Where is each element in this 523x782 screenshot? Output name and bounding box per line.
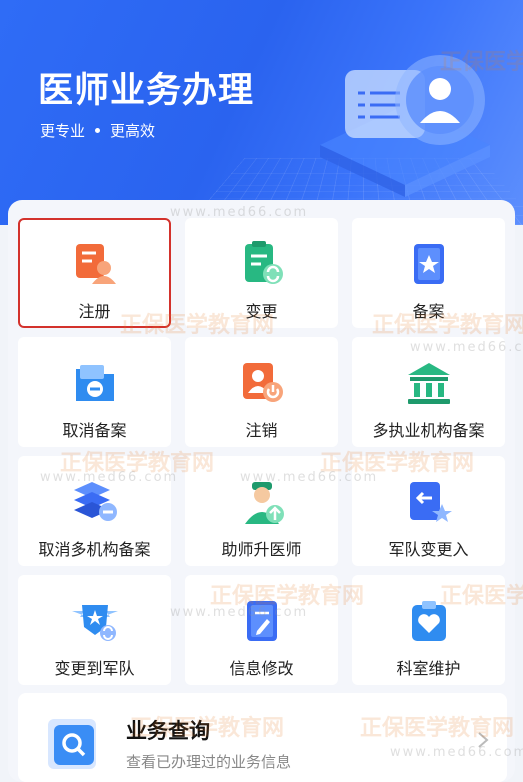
multi-institution-icon bbox=[407, 363, 450, 404]
service-to-military[interactable]: 变更到军队 bbox=[18, 575, 171, 685]
service-multi-institution[interactable]: 多执业机构备案 bbox=[352, 337, 505, 447]
cancel-multi-icon bbox=[73, 482, 117, 521]
service-label: 变更 bbox=[245, 302, 278, 321]
service-edit-info[interactable]: 信息修改 bbox=[185, 575, 338, 685]
service-label: 助师升医师 bbox=[221, 540, 302, 559]
department-icon bbox=[411, 601, 446, 641]
separator-dot bbox=[95, 128, 101, 133]
service-label: 军队变更入 bbox=[388, 540, 469, 559]
subtitle-professional: 更专业 bbox=[40, 122, 86, 140]
promote-icon bbox=[244, 482, 284, 524]
hero-banner: 医师业务办理 更专业 更高效 bbox=[0, 0, 523, 225]
military-in-icon bbox=[409, 482, 452, 522]
record-icon bbox=[413, 244, 444, 284]
edit-info-icon bbox=[246, 601, 277, 641]
service-change[interactable]: 变更 bbox=[185, 218, 338, 328]
service-label: 多执业机构备案 bbox=[372, 421, 485, 440]
service-label: 变更到军队 bbox=[54, 659, 135, 678]
service-deregister[interactable]: 注销 bbox=[185, 337, 338, 447]
search-document-icon bbox=[48, 719, 96, 769]
subtitle-efficient: 更高效 bbox=[110, 122, 156, 140]
deregister-icon bbox=[242, 363, 283, 402]
to-military-icon bbox=[71, 605, 118, 641]
service-cancel-multi[interactable]: 取消多机构备案 bbox=[18, 456, 171, 566]
service-label: 科室维护 bbox=[396, 659, 461, 678]
service-label: 取消备案 bbox=[62, 421, 127, 440]
service-department[interactable]: 科室维护 bbox=[352, 575, 505, 685]
service-label: 注销 bbox=[245, 421, 278, 440]
service-promote[interactable]: 助师升医师 bbox=[185, 456, 338, 566]
service-military-in[interactable]: 军队变更入 bbox=[352, 456, 505, 566]
service-label: 备案 bbox=[412, 302, 445, 321]
query-subtitle: 查看已办理过的业务信息 bbox=[126, 753, 292, 771]
register-icon bbox=[75, 244, 116, 284]
service-cancel-record[interactable]: 取消备案 bbox=[18, 337, 171, 447]
service-label: 信息修改 bbox=[229, 659, 294, 678]
service-register[interactable]: 注册 bbox=[18, 218, 171, 328]
business-query-card[interactable]: 业务查询 查看已办理过的业务信息 bbox=[18, 693, 507, 782]
service-record[interactable]: 备案 bbox=[352, 218, 505, 328]
change-icon bbox=[244, 241, 283, 284]
page-title: 医师业务办理 bbox=[38, 71, 255, 111]
doctor-card-illustration bbox=[320, 55, 490, 197]
query-title: 业务查询 bbox=[126, 719, 210, 743]
chevron-right-icon bbox=[478, 732, 489, 748]
cancel-record-icon bbox=[75, 365, 114, 401]
service-label: 注册 bbox=[78, 302, 111, 321]
service-label: 取消多机构备案 bbox=[38, 540, 151, 559]
hero-subtitle: 更专业 更高效 bbox=[40, 120, 155, 141]
